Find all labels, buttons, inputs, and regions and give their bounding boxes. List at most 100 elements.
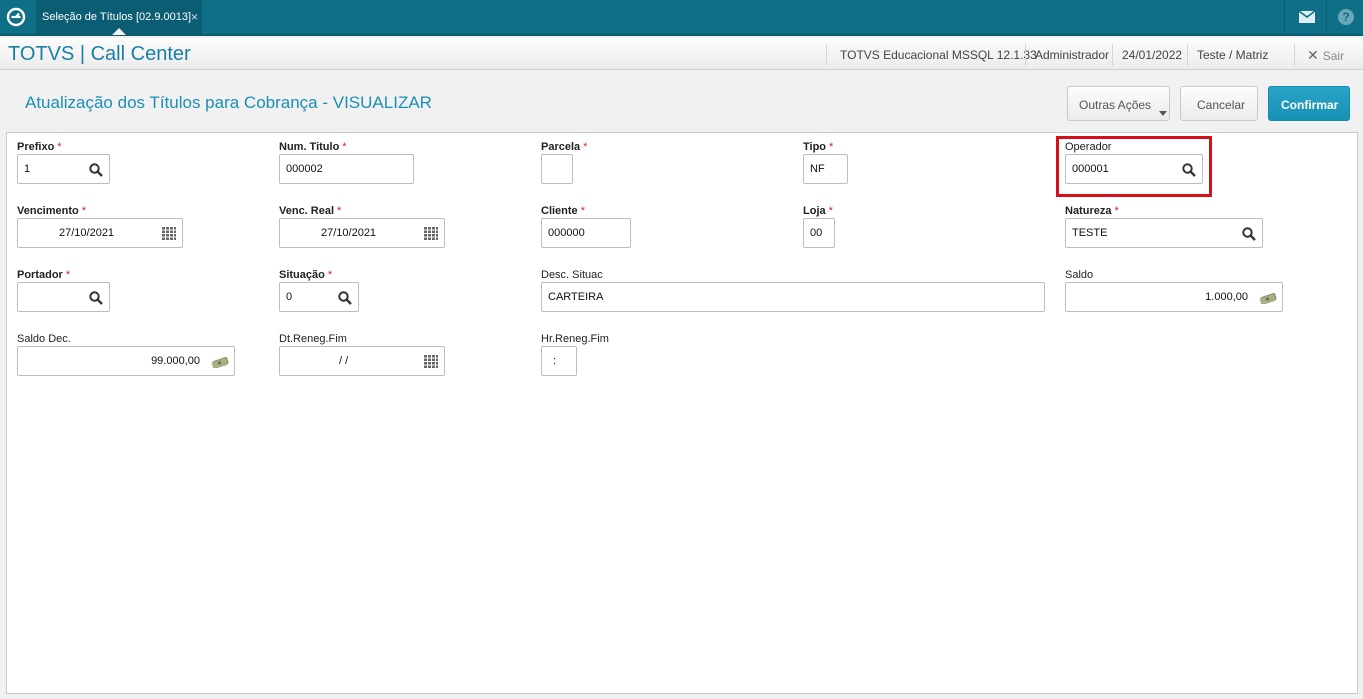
dt-reneg-fim-date-input[interactable]: / / bbox=[279, 346, 445, 376]
venc-real-value: 27/10/2021 bbox=[321, 227, 377, 239]
label-text: Dt.Reneg.Fim bbox=[279, 333, 347, 345]
loja-value: 00 bbox=[810, 227, 823, 239]
required-marker: * bbox=[828, 205, 833, 217]
field-label-saldo-dec: Saldo Dec. bbox=[17, 333, 71, 345]
cancel-label: Cancelar bbox=[1197, 98, 1246, 112]
required-marker: * bbox=[57, 141, 62, 153]
form-panel bbox=[6, 132, 1358, 694]
calendar-icon[interactable] bbox=[162, 227, 176, 240]
tab-label: Seleção de Títulos [02.9.0013] bbox=[42, 11, 192, 23]
other-actions-button[interactable]: Outras Ações bbox=[1067, 86, 1170, 121]
natureza-value: TESTE bbox=[1072, 227, 1108, 239]
top-bar: Seleção de Títulos [02.9.0013] × ? bbox=[0, 0, 1363, 36]
required-marker: * bbox=[829, 141, 834, 153]
label-text: Num. Titulo bbox=[279, 141, 340, 153]
cliente-input[interactable]: 000000 bbox=[541, 218, 631, 248]
required-marker: * bbox=[65, 269, 71, 281]
search-icon[interactable] bbox=[88, 290, 104, 306]
field-label-num-titulo: Num. Titulo * bbox=[279, 141, 347, 153]
search-icon[interactable] bbox=[1241, 226, 1257, 242]
field-label-dt-reneg-fim: Dt.Reneg.Fim bbox=[279, 333, 347, 345]
page-title: Atualização dos Títulos para Cobrança - … bbox=[25, 93, 432, 112]
natureza-input[interactable]: TESTE bbox=[1065, 218, 1263, 248]
totvs-logo-icon[interactable] bbox=[6, 7, 26, 27]
money-icon bbox=[1259, 292, 1277, 304]
saldo-input[interactable]: 1.000,00 bbox=[1065, 282, 1283, 312]
num-titulo-value: 000002 bbox=[286, 163, 323, 175]
field-label-cliente: Cliente * bbox=[541, 205, 585, 217]
divider bbox=[1284, 0, 1285, 34]
required-marker: * bbox=[337, 205, 342, 217]
session-date: 24/01/2022 bbox=[1122, 48, 1183, 62]
desc-situac-value: CARTEIRA bbox=[548, 291, 604, 303]
field-label-vencimento: Vencimento * bbox=[17, 205, 86, 217]
calendar-icon[interactable] bbox=[424, 227, 438, 240]
venc-real-date-input[interactable]: 27/10/2021 bbox=[279, 218, 445, 248]
hr-reneg-fim-value: : bbox=[553, 355, 557, 367]
saldo-dec-input[interactable]: 99.000,00 bbox=[17, 346, 235, 376]
required-marker: * bbox=[580, 205, 585, 217]
label-text: Desc. Situac bbox=[541, 269, 603, 281]
tipo-input[interactable]: NF bbox=[803, 154, 848, 184]
tipo-value: NF bbox=[810, 163, 825, 175]
label-text: Saldo Dec. bbox=[17, 333, 71, 345]
user-name: Administrador bbox=[1035, 48, 1110, 62]
parcela-input[interactable] bbox=[541, 154, 573, 184]
field-label-tipo: Tipo * bbox=[803, 141, 833, 153]
search-icon[interactable] bbox=[337, 290, 353, 306]
operador-highlight-box bbox=[1056, 136, 1212, 197]
label-text: Hr.Reneg.Fim bbox=[541, 333, 609, 345]
money-icon bbox=[211, 356, 229, 368]
field-label-natureza: Natureza * bbox=[1065, 205, 1119, 217]
cancel-button[interactable]: Cancelar bbox=[1180, 86, 1258, 121]
tab-close-icon[interactable]: × bbox=[191, 10, 198, 24]
label-text: Prefixo bbox=[17, 141, 55, 153]
field-label-parcela: Parcela * bbox=[541, 141, 587, 153]
situacao-input[interactable]: 0 bbox=[279, 282, 359, 312]
cliente-value: 000000 bbox=[548, 227, 585, 239]
desc-situac-input[interactable]: CARTEIRA bbox=[541, 282, 1045, 312]
required-marker: * bbox=[327, 269, 333, 281]
divider bbox=[826, 44, 827, 66]
divider bbox=[1187, 44, 1188, 66]
hr-reneg-fim-input[interactable]: : bbox=[541, 346, 577, 376]
field-label-venc-real: Venc. Real * bbox=[279, 205, 341, 217]
divider bbox=[1112, 44, 1113, 66]
calendar-icon[interactable] bbox=[424, 355, 438, 368]
divider bbox=[1294, 44, 1295, 66]
tab-selecao-titulos[interactable]: Seleção de Títulos [02.9.0013] × bbox=[36, 0, 202, 35]
label-text: Cliente bbox=[541, 205, 578, 217]
help-icon[interactable]: ? bbox=[1338, 9, 1354, 25]
portador-input[interactable] bbox=[17, 282, 110, 312]
saldo-value: 1.000,00 bbox=[1205, 291, 1248, 303]
search-icon[interactable] bbox=[88, 162, 104, 178]
num-titulo-input[interactable]: 000002 bbox=[279, 154, 414, 184]
label-text: Vencimento bbox=[17, 205, 79, 217]
label-text: Situação bbox=[279, 269, 325, 281]
vencimento-value: 27/10/2021 bbox=[59, 227, 115, 239]
confirm-button[interactable]: Confirmar bbox=[1268, 86, 1350, 121]
label-text: Tipo bbox=[803, 141, 827, 153]
tab-active-indicator bbox=[112, 28, 126, 35]
required-marker: * bbox=[583, 141, 588, 153]
app-title: TOTVS | Call Center bbox=[8, 43, 191, 65]
field-label-hr-reneg-fim: Hr.Reneg.Fim bbox=[541, 333, 609, 345]
divider bbox=[1025, 44, 1026, 66]
field-label-portador: Portador * bbox=[17, 269, 70, 281]
prefixo-input[interactable]: 1 bbox=[17, 154, 110, 184]
field-label-desc-situac: Desc. Situac bbox=[541, 269, 603, 281]
mail-icon[interactable] bbox=[1299, 11, 1315, 23]
other-actions-label: Outras Ações bbox=[1079, 98, 1152, 112]
loja-input[interactable]: 00 bbox=[803, 218, 835, 248]
vencimento-date-input[interactable]: 27/10/2021 bbox=[17, 218, 183, 248]
divider bbox=[1326, 0, 1327, 34]
exit-button[interactable]: ✕ Sair bbox=[1307, 47, 1344, 64]
label-text: Saldo bbox=[1065, 269, 1094, 281]
label-text: Parcela bbox=[541, 141, 581, 153]
required-marker: * bbox=[1114, 205, 1119, 217]
exit-label: Sair bbox=[1322, 49, 1345, 63]
label-text: Loja bbox=[803, 205, 826, 217]
required-marker: * bbox=[81, 205, 87, 217]
label-text: Portador bbox=[17, 269, 63, 281]
label-text: Venc. Real bbox=[279, 205, 335, 217]
